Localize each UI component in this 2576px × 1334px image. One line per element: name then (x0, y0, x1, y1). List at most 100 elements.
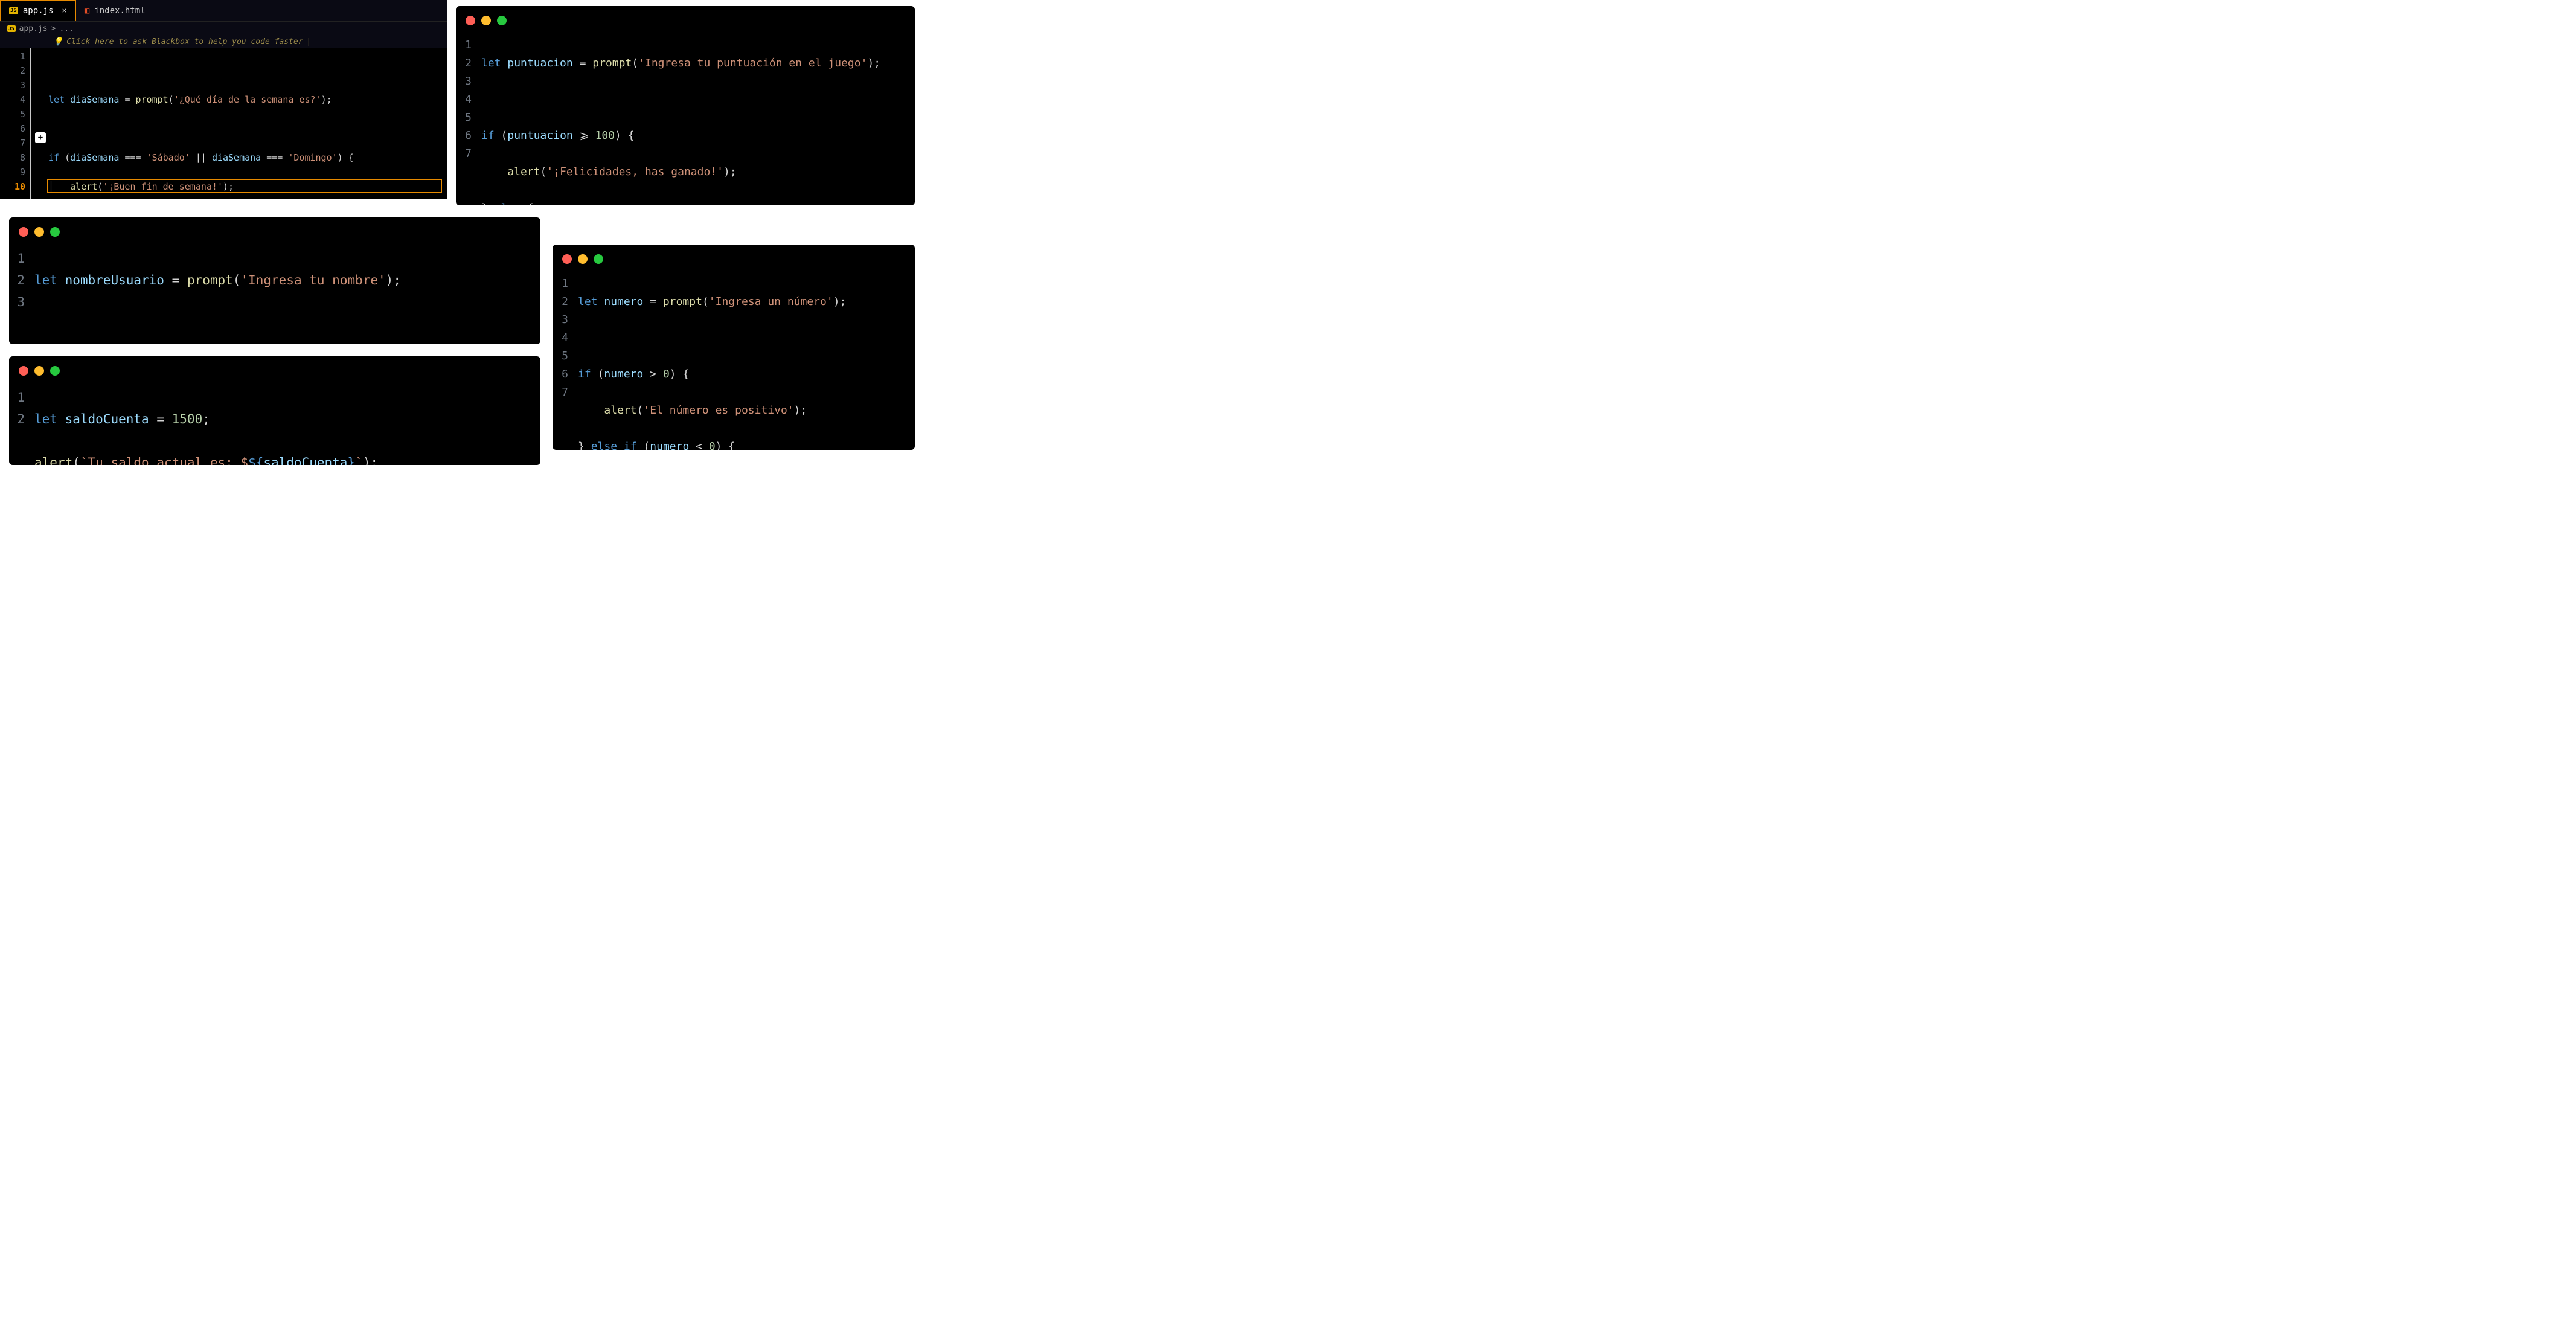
line-number: 2 (16, 269, 25, 291)
line-gutter: 1 2 3 4 5 6 7 (560, 275, 578, 450)
code-line: alert('¡Felicidades, has ganado!'); (481, 163, 880, 181)
code-line: let numero = prompt('Ingresa un número')… (578, 293, 846, 311)
minimize-dot-icon[interactable] (34, 227, 44, 237)
code-content: let saldoCuenta = 1500; alert(`Tu saldo … (34, 386, 378, 465)
line-number: 6 (560, 365, 568, 383)
line-number: 2 (0, 63, 25, 78)
close-dot-icon[interactable] (19, 366, 28, 376)
line-gutter: 1 2 (16, 386, 34, 465)
line-number: 4 (560, 329, 568, 347)
code-line (34, 313, 401, 335)
code-content: let puntuacion = prompt('Ingresa tu punt… (481, 36, 880, 205)
tab-label: app.js (23, 6, 54, 16)
cursor-pipe: | (307, 37, 312, 46)
line-number: 5 (560, 347, 568, 365)
code-area[interactable]: 1 2 3 4 5 6 7 8 9 10 let diaSemana = pro… (0, 48, 447, 199)
snippet-body: 1 2 3 4 5 6 7 let numero = prompt('Ingre… (553, 270, 915, 450)
code-line: let nombreUsuario = prompt('Ingresa tu n… (34, 269, 401, 291)
maximize-dot-icon[interactable] (50, 227, 60, 237)
code-line: let puntuacion = prompt('Ingresa tu punt… (481, 54, 880, 72)
code-line: if (numero > 0) { (578, 365, 846, 383)
line-number-active: 10 (0, 179, 25, 194)
code-content: let nombreUsuario = prompt('Ingresa tu n… (34, 248, 401, 344)
line-number: 4 (463, 91, 472, 109)
js-icon: JS (9, 7, 18, 14)
maximize-dot-icon[interactable] (594, 254, 603, 264)
breadcrumb-sep: > (51, 24, 56, 33)
code-line: } else { (481, 199, 880, 205)
line-number: 5 (463, 109, 472, 127)
line-number: 8 (0, 150, 25, 165)
code-line (48, 121, 447, 136)
line-number: 1 (16, 248, 25, 269)
lightbulb-icon: 💡 (53, 37, 63, 46)
cursor-highlight (47, 179, 442, 193)
hint-text: Click here to ask Blackbox to help you c… (66, 37, 303, 46)
snippet-numero: 1 2 3 4 5 6 7 let numero = prompt('Ingre… (553, 245, 915, 450)
code-line: alert('El número es positivo'); (578, 402, 846, 420)
code-line: let diaSemana = prompt('¿Qué día de la s… (48, 92, 447, 107)
code-line: if (puntuacion ⩾ 100) { (481, 127, 880, 145)
line-number: 7 (0, 136, 25, 150)
code-line (481, 91, 880, 109)
line-number: 1 (0, 49, 25, 63)
line-number: 1 (463, 36, 472, 54)
snippet-body: 1 2 3 4 5 6 7 let puntuacion = prompt('I… (456, 31, 915, 205)
line-number: 5 (0, 107, 25, 121)
snippet-puntuacion: 1 2 3 4 5 6 7 let puntuacion = prompt('I… (456, 6, 915, 205)
js-icon: JS (7, 25, 16, 32)
close-dot-icon[interactable] (562, 254, 572, 264)
blackbox-hint[interactable]: 💡 Click here to ask Blackbox to help you… (0, 36, 447, 48)
line-number: 3 (560, 311, 568, 329)
window-controls (456, 6, 915, 31)
maximize-dot-icon[interactable] (497, 16, 507, 25)
html-icon: ◧ (85, 6, 89, 16)
line-number: 3 (16, 291, 25, 313)
snippet-nombre-usuario: 1 2 3 let nombreUsuario = prompt('Ingres… (9, 217, 540, 344)
code-content: let numero = prompt('Ingresa un número')… (578, 275, 846, 450)
code-line: let saldoCuenta = 1500; (34, 408, 378, 430)
close-dot-icon[interactable] (19, 227, 28, 237)
line-number: 2 (560, 293, 568, 311)
line-gutter: 1 2 3 4 5 6 7 (463, 36, 481, 205)
close-dot-icon[interactable] (466, 16, 475, 25)
code-line: } else if (numero < 0) { (578, 438, 846, 450)
line-number: 1 (560, 275, 568, 293)
line-number: 1 (16, 386, 25, 408)
line-number: 2 (463, 54, 472, 72)
line-number: 2 (16, 408, 25, 430)
code-line: alert(`Tu saldo actual es: $${saldoCuent… (34, 452, 378, 465)
line-gutter: 1 2 3 4 5 6 7 8 9 10 (0, 48, 36, 199)
snippet-body: 1 2 let saldoCuenta = 1500; alert(`Tu sa… (9, 382, 540, 465)
line-gutter: 1 2 3 (16, 248, 34, 344)
breadcrumb-extra: ... (59, 24, 73, 33)
code-line: if (diaSemana === 'Sábado' || diaSemana … (48, 150, 447, 165)
line-number: 7 (463, 145, 472, 163)
code-line (578, 329, 846, 347)
breadcrumb[interactable]: JS app.js > ... (0, 22, 447, 36)
minimize-dot-icon[interactable] (34, 366, 44, 376)
tab-index-html[interactable]: ◧ index.html (76, 0, 154, 21)
close-icon[interactable]: × (62, 6, 66, 16)
tab-label: index.html (94, 6, 145, 16)
tab-bar: JS app.js × ◧ index.html (0, 0, 447, 22)
window-controls (9, 356, 540, 382)
line-number: 3 (0, 78, 25, 92)
minimize-dot-icon[interactable] (481, 16, 491, 25)
snippet-body: 1 2 3 let nombreUsuario = prompt('Ingres… (9, 243, 540, 344)
line-number: 7 (560, 383, 568, 402)
window-controls (553, 245, 915, 270)
line-number: 3 (463, 72, 472, 91)
tab-app-js[interactable]: JS app.js × (0, 0, 76, 21)
line-number: 9 (0, 165, 25, 179)
snippet-saldo-cuenta: 1 2 let saldoCuenta = 1500; alert(`Tu sa… (9, 356, 540, 465)
code-line (48, 63, 447, 78)
maximize-dot-icon[interactable] (50, 366, 60, 376)
add-line-button[interactable]: + (35, 132, 46, 143)
line-number: 4 (0, 92, 25, 107)
line-number: 6 (0, 121, 25, 136)
code-editor-panel: JS app.js × ◧ index.html JS app.js > ...… (0, 0, 447, 199)
minimize-dot-icon[interactable] (578, 254, 588, 264)
code-content[interactable]: let diaSemana = prompt('¿Qué día de la s… (36, 48, 447, 199)
breadcrumb-file: app.js (19, 24, 48, 33)
